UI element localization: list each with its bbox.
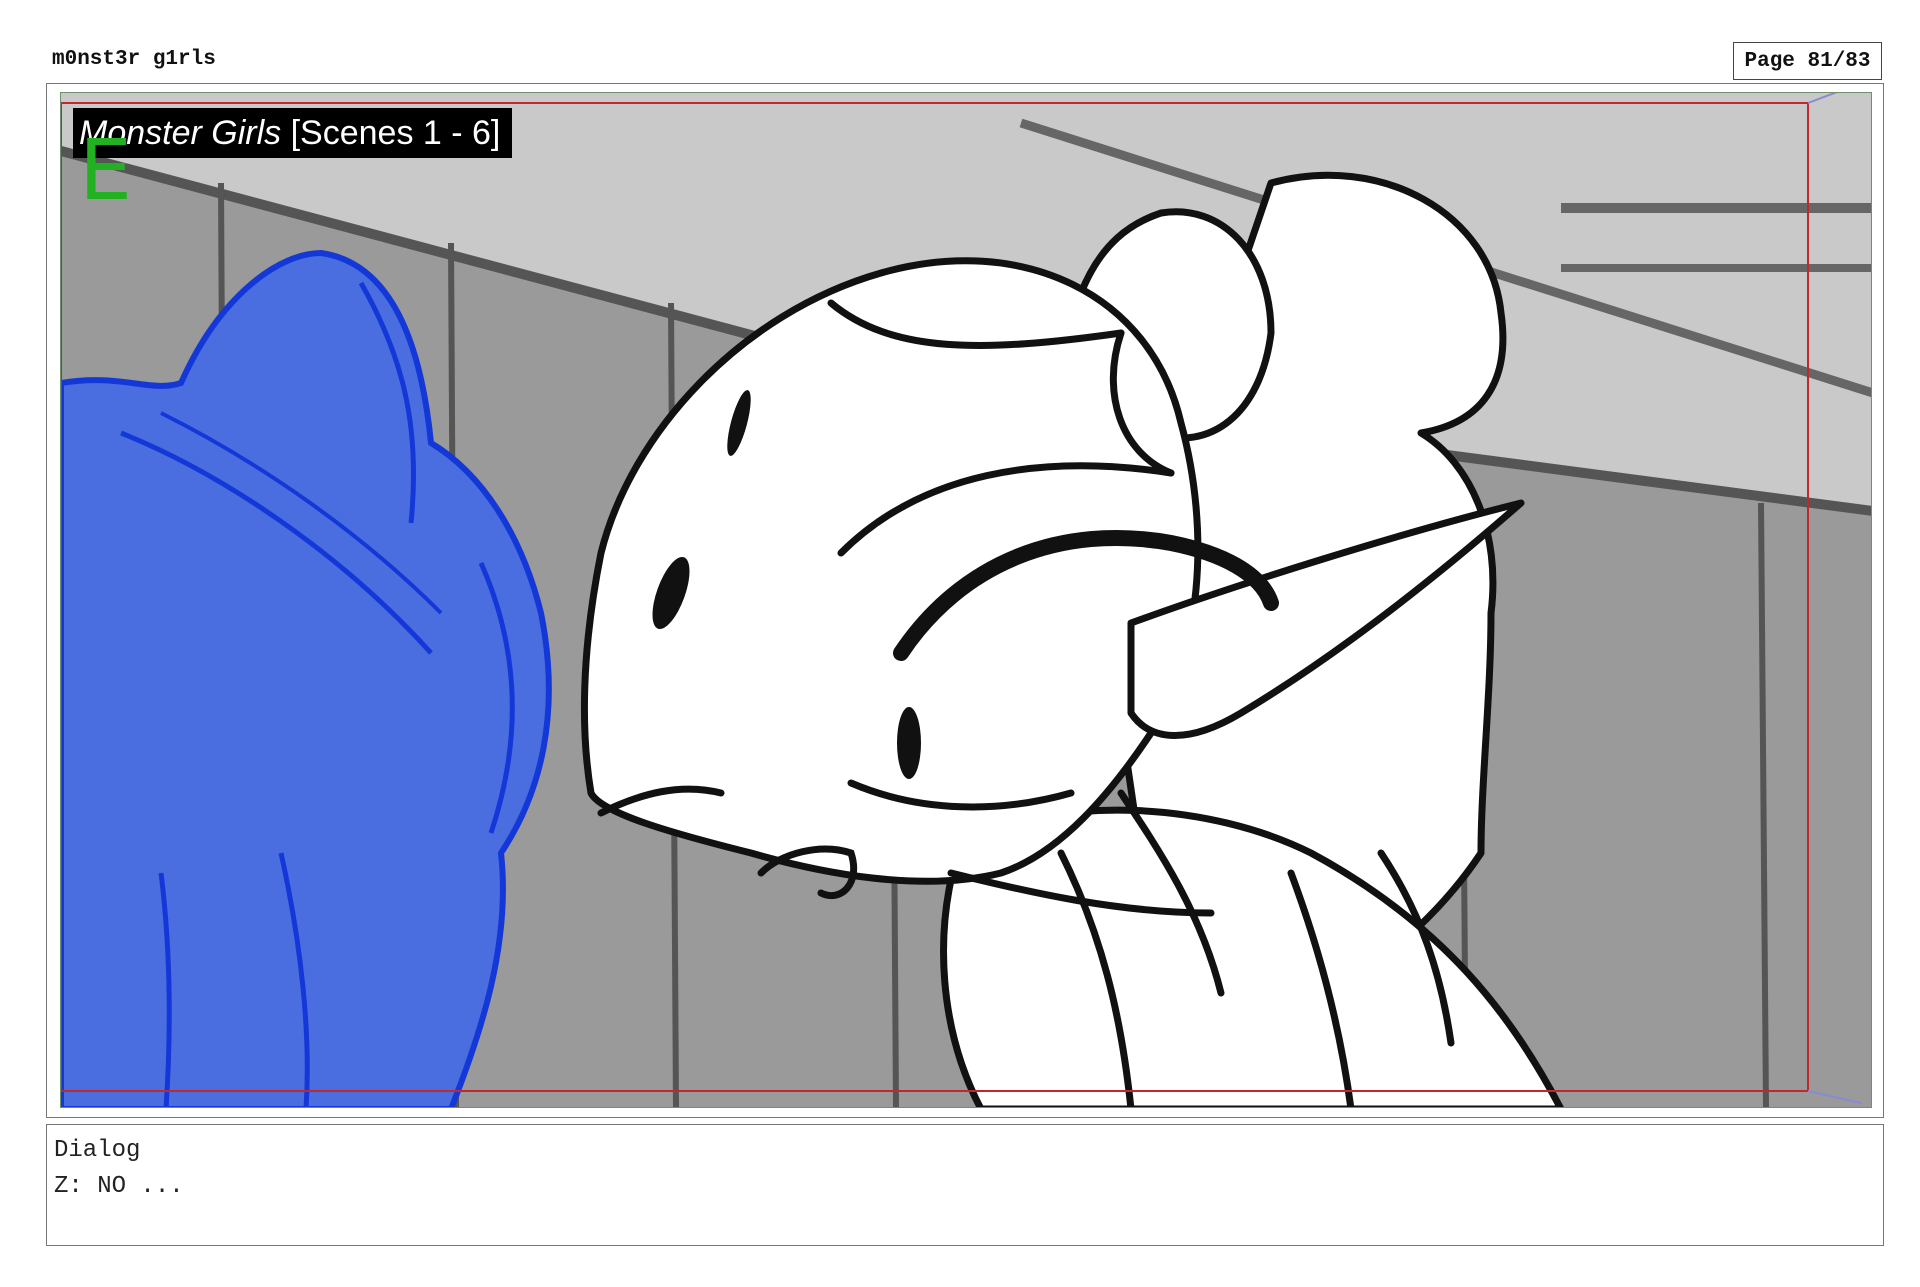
dialog-heading: Dialog (54, 1137, 141, 1164)
panel-letter: E (79, 121, 133, 219)
scene-title-badge: Monster Girls [Scenes 1 - 6] (73, 108, 513, 158)
scene-title-rest: [Scenes 1 - 6] (281, 114, 501, 152)
dialog-box: Dialog Z: NO ... (46, 1124, 1884, 1246)
panel-drawing (61, 93, 1871, 1107)
storyboard-panel-image: Monster Girls [Scenes 1 - 6] E (60, 92, 1872, 1108)
document-title: m0nst3r g1rls (52, 48, 216, 71)
page-number: Page 81/83 (1733, 42, 1882, 80)
dialog-line: Z: NO ... (54, 1173, 184, 1200)
